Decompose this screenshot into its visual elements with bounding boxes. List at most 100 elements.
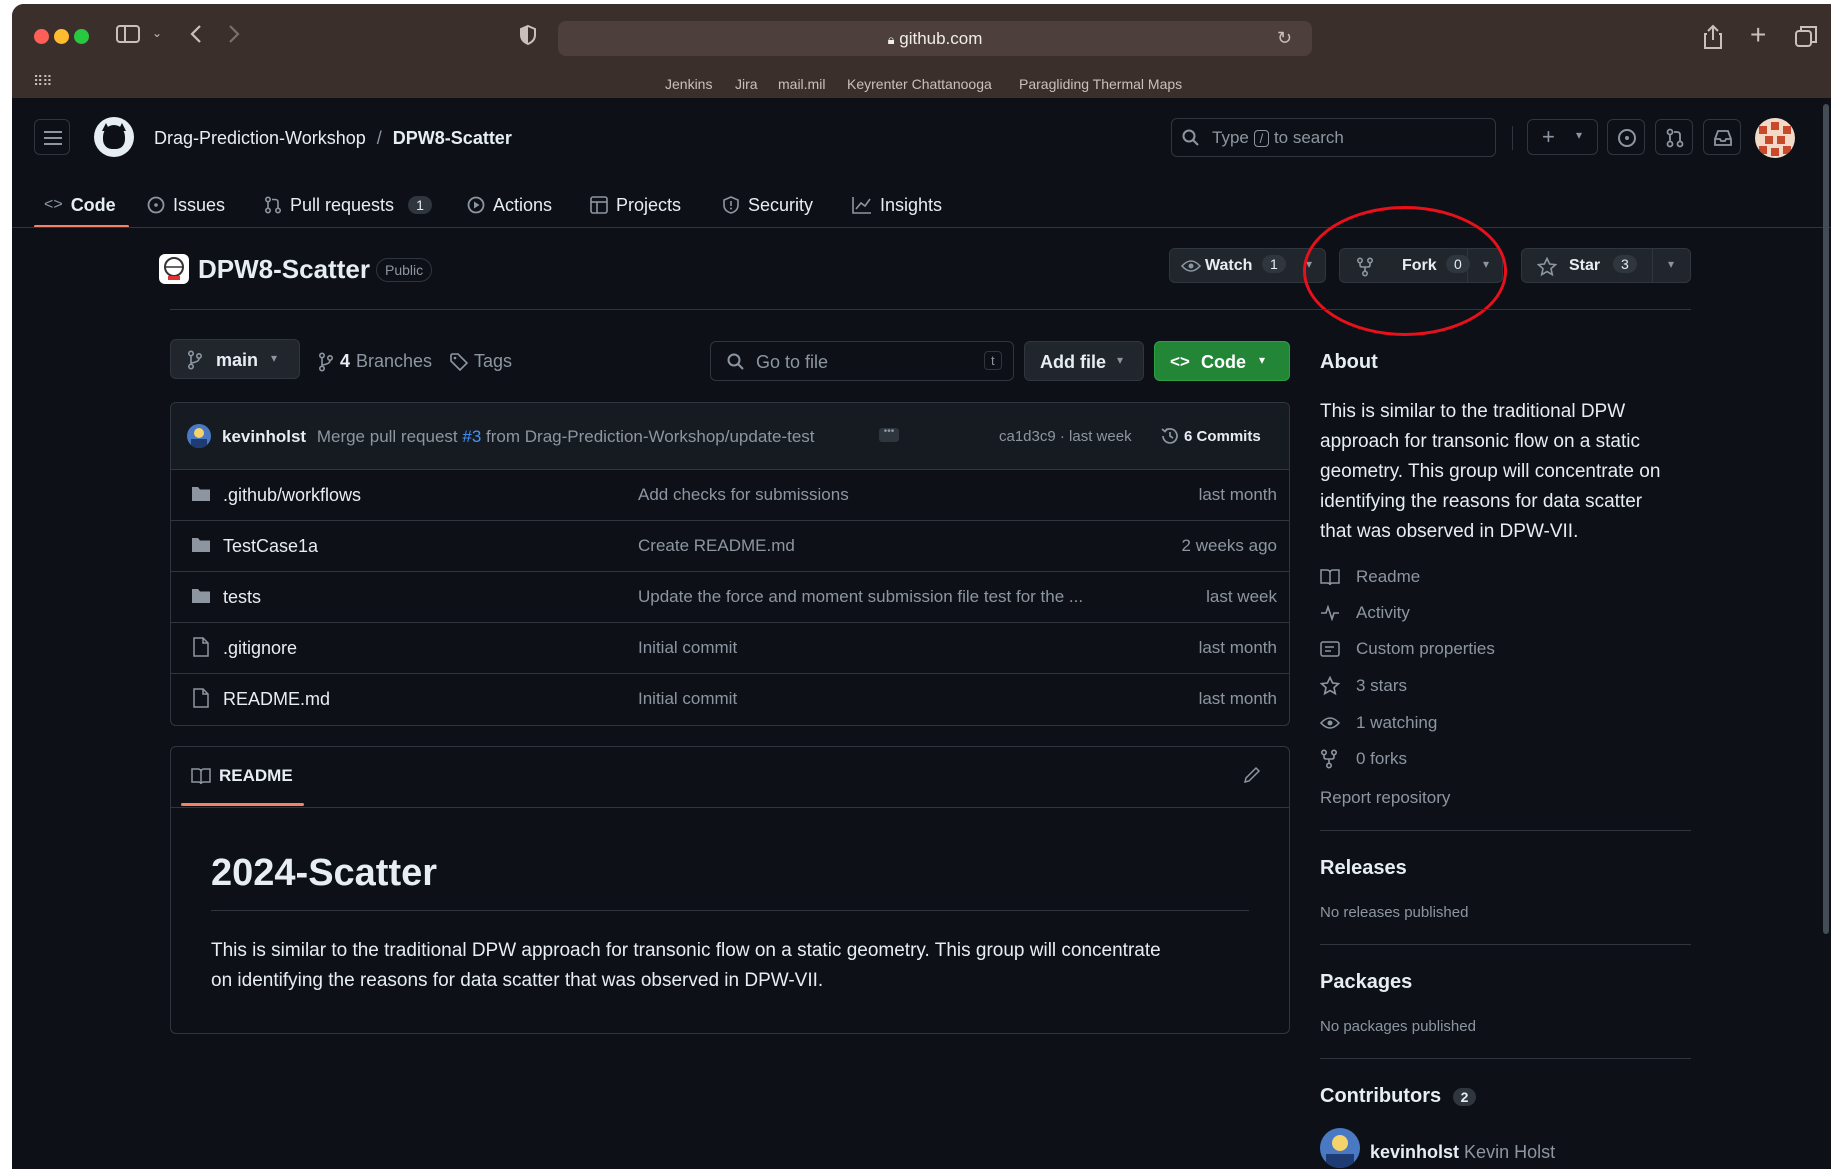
file-commit-message[interactable]: Initial commit	[638, 689, 737, 709]
sidebar-item-readme[interactable]: Readme	[1320, 567, 1420, 587]
readme-tab[interactable]: README	[191, 766, 293, 786]
issue-opened-icon	[1617, 128, 1637, 148]
search-input[interactable]: Type / to search	[1171, 118, 1496, 157]
tab-issues[interactable]: Issues	[147, 185, 225, 225]
file-browser	[170, 402, 1290, 726]
new-tab-icon[interactable]: +	[1750, 21, 1766, 49]
breadcrumb-repo[interactable]: DPW8-Scatter	[393, 128, 512, 148]
inbox-button[interactable]	[1703, 119, 1741, 155]
file-commit-message[interactable]: Initial commit	[638, 638, 737, 658]
shield-icon[interactable]	[518, 24, 538, 46]
issues-shortcut-button[interactable]	[1607, 119, 1645, 155]
commit-author[interactable]: kevinholst	[222, 427, 306, 446]
menu-button[interactable]	[34, 119, 70, 155]
sidebar-item-stars[interactable]: 3 stars	[1320, 676, 1407, 696]
about-description-line: that was observed in DPW-VII.	[1320, 521, 1579, 542]
shield-icon	[722, 196, 740, 214]
star-button[interactable]: Star 3 ▾	[1521, 248, 1691, 283]
tab-overview-icon[interactable]	[1794, 25, 1818, 49]
ellipsis-icon[interactable]: •••	[879, 427, 899, 442]
url-text: github.com	[899, 29, 983, 48]
about-description-line: geometry. This group will concentrate on	[1320, 461, 1661, 482]
address-bar[interactable]: 🔒︎ github.com	[558, 21, 1312, 56]
sidebar-item-custom-properties[interactable]: Custom properties	[1320, 639, 1495, 659]
github-logo-icon[interactable]	[94, 117, 134, 157]
commit-author-avatar[interactable]	[187, 424, 211, 448]
commit-message-prefix[interactable]: Merge pull request	[317, 427, 458, 446]
file-name[interactable]: TestCase1a	[223, 536, 318, 557]
close-window-button[interactable]	[34, 29, 49, 44]
graph-icon	[852, 196, 872, 214]
tab-code-label: Code	[70, 194, 116, 215]
tab-projects[interactable]: Projects	[590, 185, 681, 225]
commit-hash-time[interactable]: ca1d3c9 · last week	[999, 428, 1132, 445]
share-icon[interactable]	[1702, 24, 1724, 50]
file-time: 2 weeks ago	[1181, 536, 1277, 555]
repo-owner-avatar[interactable]	[159, 254, 189, 284]
file-name[interactable]: .github/workflows	[223, 485, 361, 506]
caret-down-icon[interactable]: ▾	[1668, 257, 1674, 271]
contributor-avatar[interactable]	[1320, 1128, 1360, 1168]
repo-title[interactable]: DPW8-Scatter	[198, 254, 370, 285]
tab-pull-requests[interactable]: Pull requests 1	[264, 185, 432, 225]
tab-code[interactable]: <> Code	[44, 185, 116, 225]
file-name[interactable]: .gitignore	[223, 638, 297, 659]
packages-title[interactable]: Packages	[1320, 971, 1412, 994]
commits-history-link[interactable]: 6 Commits	[1160, 426, 1261, 446]
file-commit-message[interactable]: Add checks for submissions	[638, 485, 849, 505]
branches-count: 4	[340, 351, 351, 371]
file-name[interactable]: tests	[223, 587, 261, 608]
create-new-button[interactable]: + ▾	[1527, 119, 1598, 155]
page-scrollbar[interactable]	[1823, 104, 1829, 934]
report-repository-link[interactable]: Report repository	[1320, 788, 1450, 808]
tab-insights[interactable]: Insights	[852, 185, 942, 225]
tab-actions[interactable]: Actions	[467, 185, 552, 225]
pull-requests-shortcut-button[interactable]	[1655, 119, 1693, 155]
contributors-title[interactable]: Contributors 2	[1320, 1085, 1477, 1108]
reload-icon[interactable]: ↻	[1277, 28, 1292, 49]
favorite-jenkins[interactable]: Jenkins	[665, 76, 712, 92]
search-prefix: Type	[1212, 128, 1249, 147]
browser-toolbar: ⌄ 🔒︎ github.com ↻ + ⠿⠿ Jenkins Jira mail…	[12, 4, 1831, 98]
avatar[interactable]	[1755, 118, 1795, 158]
favorite-mail[interactable]: mail.mil	[778, 76, 825, 92]
book-icon	[1320, 568, 1342, 586]
sidebar-toggle-icon[interactable]	[115, 23, 141, 45]
commit-pr-link[interactable]: #3	[462, 427, 481, 446]
file-commit-message[interactable]: Update the force and moment submission f…	[638, 587, 1083, 607]
go-to-file-input[interactable]: Go to file t	[710, 341, 1014, 381]
sidebar-item-watching[interactable]: 1 watching	[1320, 713, 1437, 733]
pencil-icon[interactable]	[1243, 766, 1261, 784]
favorite-keyrenter[interactable]: Keyrenter Chattanooga	[847, 76, 992, 92]
commit-message-suffix[interactable]: from Drag-Prediction-Workshop/update-tes…	[486, 427, 815, 446]
favorite-jira[interactable]: Jira	[735, 76, 758, 92]
chevron-down-icon[interactable]: ⌄	[152, 26, 162, 40]
tab-security[interactable]: Security	[722, 185, 813, 225]
tab-security-label: Security	[748, 194, 814, 215]
back-icon[interactable]	[188, 23, 204, 45]
contributor-entry[interactable]: kevinholst Kevin Holst	[1370, 1142, 1555, 1163]
watch-count: 1	[1262, 255, 1286, 273]
play-icon	[467, 196, 485, 214]
breadcrumb-owner[interactable]: Drag-Prediction-Workshop	[154, 128, 366, 148]
tags-link[interactable]: Tags	[450, 351, 512, 372]
branches-link[interactable]: 4 Branches	[318, 351, 432, 372]
title-divider	[170, 309, 1691, 310]
favorite-paragliding[interactable]: Paragliding Thermal Maps	[1019, 76, 1182, 92]
apps-grid-icon[interactable]: ⠿⠿	[33, 73, 52, 90]
file-name[interactable]: README.md	[223, 689, 330, 710]
branch-selector[interactable]: main ▾	[170, 339, 300, 379]
sidebar-item-forks[interactable]: 0 forks	[1320, 749, 1407, 769]
readme-body-line: on identifying the reasons for data scat…	[211, 970, 824, 991]
add-file-button[interactable]: Add file ▾	[1024, 341, 1144, 381]
note-icon	[1320, 641, 1342, 657]
zoom-window-button[interactable]	[74, 29, 89, 44]
minimize-window-button[interactable]	[54, 29, 69, 44]
forward-icon[interactable]	[226, 23, 242, 45]
file-commit-message[interactable]: Create README.md	[638, 536, 795, 556]
sidebar-item-activity[interactable]: Activity	[1320, 603, 1410, 623]
sidebar-item-label: 1 watching	[1356, 713, 1438, 732]
contributor-login: kevinholst	[1370, 1142, 1460, 1162]
releases-title[interactable]: Releases	[1320, 857, 1407, 880]
code-dropdown-button[interactable]: <> Code ▾	[1154, 341, 1290, 381]
